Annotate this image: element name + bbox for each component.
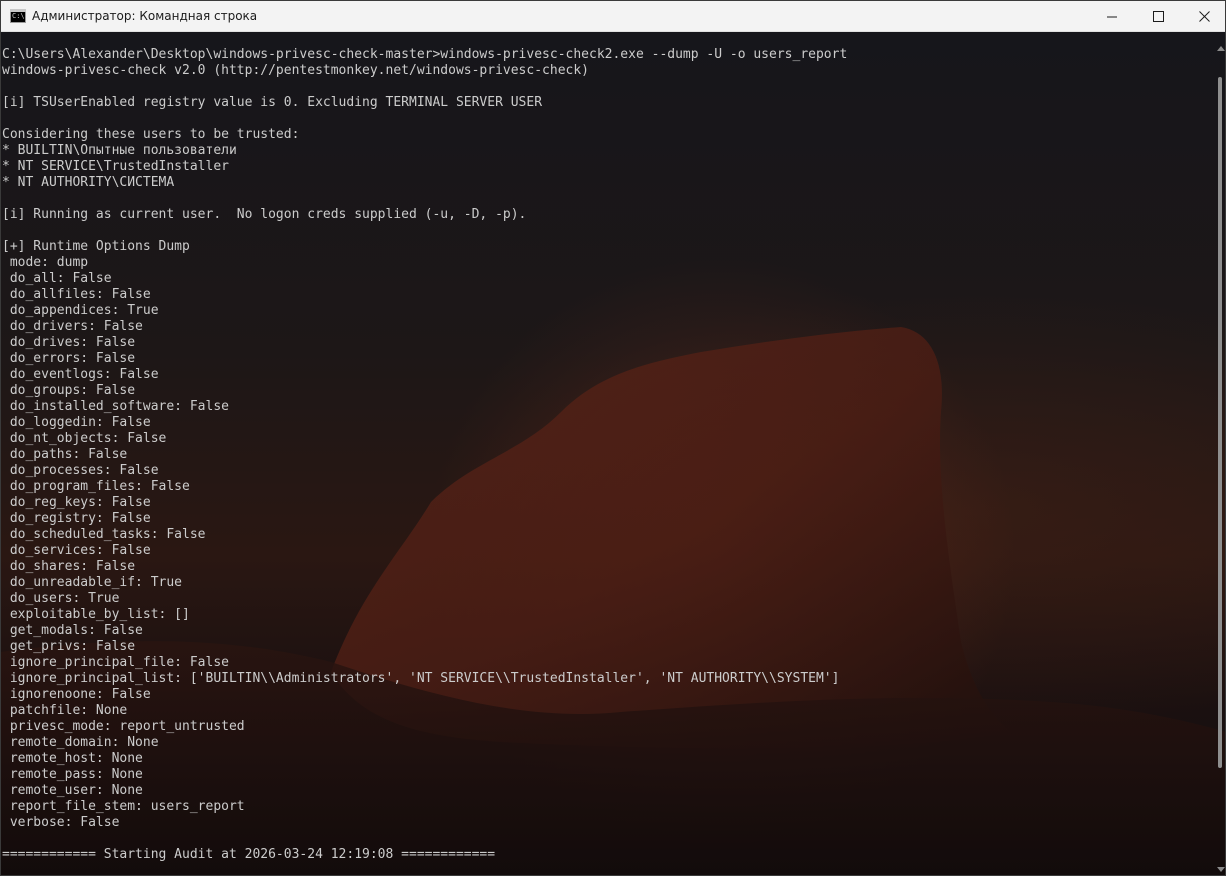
- console-line: do_groups: False: [2, 383, 136, 398]
- command-prompt-icon: C:\: [10, 9, 26, 23]
- console-line: remote_host: None: [2, 751, 143, 766]
- window-controls: [1089, 1, 1225, 32]
- console-line: remote_user: None: [2, 783, 143, 798]
- console-line: [+] Runtime Options Dump: [2, 239, 190, 254]
- console-line: get_modals: False: [2, 623, 143, 638]
- maximize-button[interactable]: [1135, 1, 1181, 32]
- console-line: do_registry: False: [2, 511, 151, 526]
- console-line: do_allfiles: False: [2, 287, 151, 302]
- console-line: do_unreadable_if: True: [2, 575, 183, 590]
- console-line: do_eventlogs: False: [2, 367, 159, 382]
- console-line: * BUILTIN\Опытные пользователи: [2, 143, 237, 158]
- console-line: do_program_files: False: [2, 479, 190, 494]
- console-line: privesc_mode: report_untrusted: [2, 719, 245, 734]
- console-line: do_drivers: False: [2, 319, 143, 334]
- console-line: patchfile: None: [2, 703, 128, 718]
- console-line: remote_domain: None: [2, 735, 159, 750]
- console-line: do_scheduled_tasks: False: [2, 527, 206, 542]
- command-prompt-icon-text: C:\: [12, 12, 25, 20]
- console-line: do_errors: False: [2, 351, 136, 366]
- console-line: [i] Running as current user. No logon cr…: [2, 207, 527, 222]
- vertical-scrollbar[interactable]: [1216, 43, 1225, 875]
- console-line: [i] TSUserEnabled registry value is 0. E…: [2, 95, 543, 110]
- console-line: exploitable_by_list: []: [2, 607, 190, 622]
- window-title: Администратор: Командная строка: [32, 9, 258, 23]
- console-line: do_paths: False: [2, 447, 128, 462]
- console-line: do_users: True: [2, 591, 120, 606]
- console-text[interactable]: C:\Users\Alexander\Desktop\windows-prive…: [2, 47, 847, 863]
- close-icon: [1198, 11, 1210, 22]
- console-line: do_loggedin: False: [2, 415, 151, 430]
- console-line: do_drives: False: [2, 335, 136, 350]
- console-line: do_services: False: [2, 543, 151, 558]
- scroll-down-arrow-icon[interactable]: [1217, 867, 1225, 872]
- maximize-icon: [1152, 11, 1164, 22]
- console-line: Considering these users to be trusted:: [2, 127, 300, 142]
- minimize-button[interactable]: [1089, 1, 1135, 32]
- console-line: do_processes: False: [2, 463, 159, 478]
- console-line: ignore_principal_list: ['BUILTIN\\Admini…: [2, 671, 840, 686]
- console-line: do_shares: False: [2, 559, 136, 574]
- console-line: ignore_principal_file: False: [2, 655, 229, 670]
- console-line: verbose: False: [2, 815, 120, 830]
- close-button[interactable]: [1181, 1, 1225, 32]
- console-line: get_privs: False: [2, 639, 136, 654]
- console-line: do_appendices: True: [2, 303, 159, 318]
- scroll-up-arrow-icon[interactable]: [1217, 46, 1225, 51]
- console-line: report_file_stem: users_report: [2, 799, 245, 814]
- console-window: C:\ Администратор: Командная строка C:\U…: [0, 0, 1226, 876]
- console-line: do_all: False: [2, 271, 112, 286]
- console-line: do_nt_objects: False: [2, 431, 167, 446]
- console-line: * NT AUTHORITY\СИСТЕМА: [2, 175, 175, 190]
- title-bar[interactable]: C:\ Администратор: Командная строка: [1, 1, 1225, 32]
- console-line: remote_pass: None: [2, 767, 143, 782]
- minimize-icon: [1107, 16, 1117, 17]
- console-line: * NT SERVICE\TrustedInstaller: [2, 159, 229, 174]
- console-line: mode: dump: [2, 255, 89, 270]
- console-line: do_installed_software: False: [2, 399, 229, 414]
- console-line: windows-privesc-check v2.0 (http://pente…: [2, 63, 589, 78]
- console-line: ignorenoone: False: [2, 687, 151, 702]
- console-line: C:\Users\Alexander\Desktop\windows-prive…: [2, 47, 848, 62]
- console-output-area[interactable]: C:\Users\Alexander\Desktop\windows-prive…: [1, 32, 1225, 875]
- console-line: ============ Starting Audit at 2026-03-2…: [2, 847, 496, 862]
- console-line: do_reg_keys: False: [2, 495, 151, 510]
- scrollbar-thumb[interactable]: [1218, 77, 1222, 768]
